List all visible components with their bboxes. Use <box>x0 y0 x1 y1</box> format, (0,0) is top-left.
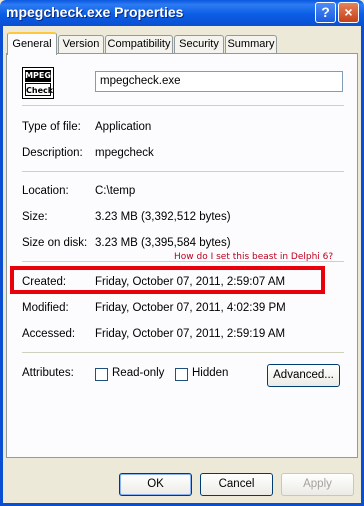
file-icon-top-text: MPEG <box>25 70 51 82</box>
cancel-button[interactable]: Cancel <box>200 473 273 496</box>
accessed-label: Accessed: <box>22 328 76 340</box>
type-label: Type of file: <box>22 121 81 133</box>
file-icon-bottom-text: Check <box>25 83 53 96</box>
size-value: 3.23 MB (3,392,512 bytes) <box>95 211 231 223</box>
modified-value: Friday, October 07, 2011, 4:02:39 PM <box>95 302 286 314</box>
type-value: Application <box>95 121 152 133</box>
window-border-left <box>0 26 3 506</box>
close-button[interactable]: × <box>338 2 359 23</box>
help-button[interactable]: ? <box>315 2 336 23</box>
separator <box>22 105 344 106</box>
tab-summary[interactable]: Summary <box>225 35 277 54</box>
created-value: Friday, October 07, 2011, 2:59:07 AM <box>95 276 286 288</box>
apply-button[interactable]: Apply <box>281 473 354 496</box>
ok-button[interactable]: OK <box>119 473 192 496</box>
mpeg-check-file-icon: MPEG Check <box>22 67 54 99</box>
tab-version[interactable]: Version <box>58 35 104 54</box>
separator <box>22 352 344 353</box>
description-value: mpegcheck <box>95 147 154 159</box>
accessed-value: Friday, October 07, 2011, 2:59:19 AM <box>95 328 286 340</box>
tab-strip: General Version Compatibility Security S… <box>0 32 364 55</box>
attributes-label: Attributes: <box>22 367 74 379</box>
tab-security[interactable]: Security <box>174 35 224 54</box>
tab-compatibility[interactable]: Compatibility <box>105 35 173 54</box>
description-label: Description: <box>22 147 83 159</box>
size-on-disk-label: Size on disk: <box>22 237 88 249</box>
separator <box>22 171 344 172</box>
separator <box>22 261 344 262</box>
location-value: C:\temp <box>95 185 136 197</box>
advanced-button[interactable]: Advanced... <box>267 364 340 387</box>
file-name-field[interactable]: mpegcheck.exe <box>95 71 343 92</box>
window-title: mpegcheck.exe Properties <box>6 4 184 20</box>
readonly-checkbox[interactable] <box>95 368 108 381</box>
size-label: Size: <box>22 211 48 223</box>
readonly-label[interactable]: Read-only <box>112 367 164 379</box>
location-label: Location: <box>22 185 69 197</box>
tab-general[interactable]: General <box>7 32 57 55</box>
modified-label: Modified: <box>22 302 69 314</box>
created-label: Created: <box>22 276 67 288</box>
hidden-label[interactable]: Hidden <box>192 367 228 379</box>
hidden-checkbox[interactable] <box>175 368 188 381</box>
size-on-disk-value: 3.23 MB (3,395,584 bytes) <box>95 237 231 249</box>
title-bar[interactable]: mpegcheck.exe Properties ? × <box>0 0 364 26</box>
general-panel: MPEG Check mpegcheck.exe Type of file: A… <box>6 53 358 458</box>
